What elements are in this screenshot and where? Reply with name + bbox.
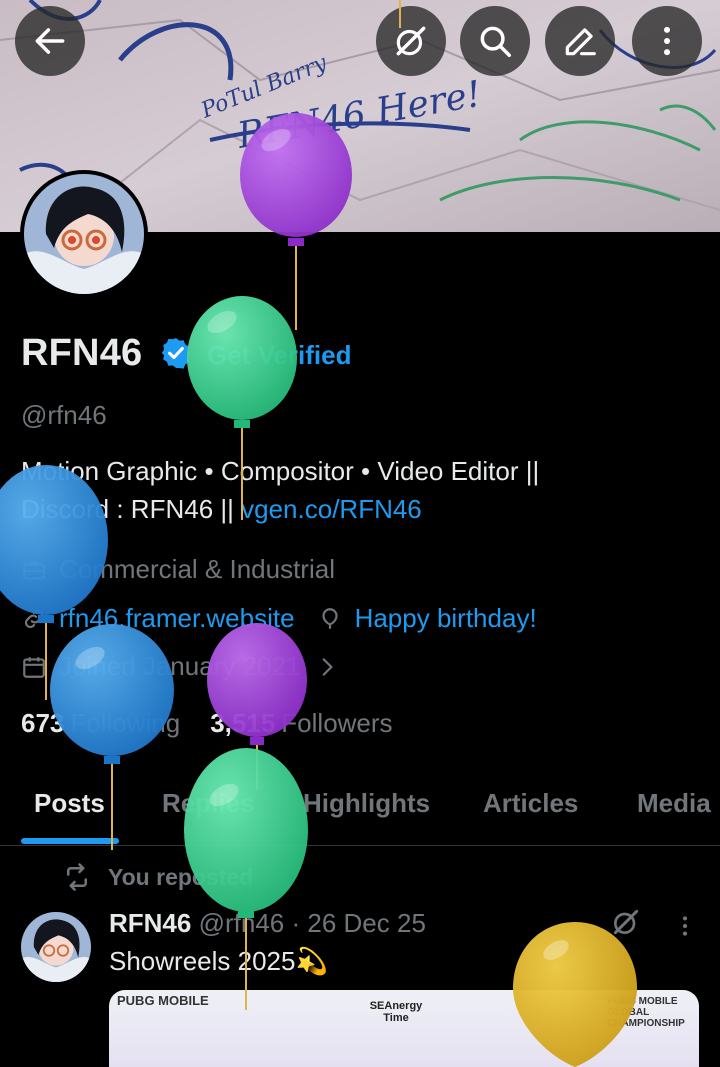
- link-icon: [24, 609, 44, 628]
- joined-label: Joined January 2021: [59, 651, 301, 681]
- briefcase-icon: [23, 560, 45, 580]
- followers-label: Followers: [281, 708, 393, 738]
- profile-joined[interactable]: Joined January 2021: [21, 651, 352, 682]
- profile-tabs: Posts Replies Highlights Articles Media: [0, 768, 720, 846]
- edit-button[interactable]: [545, 6, 615, 76]
- media-logo-mid: SEAnergy Time: [369, 1000, 423, 1024]
- post-author-name[interactable]: RFN46: [109, 908, 191, 938]
- category-label: Commercial & Industrial: [59, 554, 335, 584]
- post-header: RFN46 @rfn46 · 26 Dec 25: [109, 908, 426, 939]
- media-logo-left: PUBG MOBILE: [117, 993, 209, 1008]
- tab-articles[interactable]: Articles: [483, 788, 578, 819]
- followers-stat[interactable]: 3,515 Followers: [210, 708, 392, 739]
- repost-indicator: You reposted: [62, 862, 253, 892]
- balloon-purple-middle: [207, 623, 307, 790]
- profile-name: RFN46: [21, 332, 143, 374]
- post-author-handle: @rfn46: [198, 908, 285, 938]
- tab-media[interactable]: Media: [637, 788, 711, 819]
- profile-stats: 673 Following 3,515 Followers: [21, 708, 393, 739]
- tab-highlights[interactable]: Highlights: [303, 788, 430, 819]
- profile-links-row: rfn46.framer.website Happy birthday!: [21, 603, 537, 634]
- post-author-avatar[interactable]: [21, 912, 91, 982]
- bio-line-2-text: Discord : RFN46 ||: [21, 494, 242, 524]
- search-icon: [480, 26, 511, 57]
- pen-icon: [565, 28, 596, 56]
- active-tab-indicator: [21, 838, 119, 844]
- post-more-icon[interactable]: [672, 910, 698, 942]
- following-count: 673: [21, 708, 65, 738]
- search-button[interactable]: [460, 6, 530, 76]
- repost-label: You reposted: [108, 863, 254, 890]
- bio-line-2: Discord : RFN46 || vgen.co/RFN46: [21, 490, 701, 528]
- profile-handle: @rfn46: [21, 400, 107, 430]
- post-separator: ·: [291, 908, 301, 938]
- followers-count: 3,515: [210, 708, 276, 738]
- tab-posts[interactable]: Posts: [34, 788, 105, 819]
- arrow-left-icon: [35, 28, 65, 54]
- post-media[interactable]: PUBG MOBILE SEAnergy Time PUBG MOBILE GL…: [109, 990, 699, 1067]
- bio-link[interactable]: vgen.co/RFN46: [241, 494, 422, 524]
- website-link[interactable]: rfn46.framer.website: [59, 603, 295, 634]
- back-button[interactable]: [15, 6, 85, 76]
- avatar-image: [24, 174, 144, 294]
- bio-line-1: Motion Graphic • Compositor • Video Edit…: [21, 456, 540, 486]
- grok-icon: [396, 26, 426, 56]
- calendar-icon: [23, 656, 45, 678]
- post-avatar-image: [21, 912, 91, 982]
- more-vertical-icon: [663, 26, 671, 56]
- following-stat[interactable]: 673 Following: [21, 708, 180, 739]
- profile-avatar[interactable]: [20, 170, 148, 298]
- chevron-right-icon: [323, 657, 334, 676]
- profile-bio: Motion Graphic • Compositor • Video Edit…: [21, 452, 701, 528]
- balloon-icon: [321, 607, 338, 629]
- more-button[interactable]: [632, 6, 702, 76]
- media-logo-right: PUBG MOBILE GLOBAL CHAMPIONSHIP: [607, 996, 685, 1029]
- post-grok-icon[interactable]: [610, 906, 642, 938]
- birthday-link[interactable]: Happy birthday!: [355, 603, 537, 634]
- get-verified-link[interactable]: Get Verified: [207, 340, 352, 371]
- verified-badge-icon[interactable]: [159, 336, 193, 370]
- grok-button[interactable]: [376, 6, 446, 76]
- post-text: Showreels 2025💫: [109, 946, 328, 976]
- following-label: Following: [70, 708, 181, 738]
- tab-replies[interactable]: Replies: [162, 788, 255, 819]
- post-date: 26 Dec 25: [307, 908, 426, 938]
- profile-category: Commercial & Industrial: [21, 554, 335, 585]
- repost-icon: [67, 863, 87, 891]
